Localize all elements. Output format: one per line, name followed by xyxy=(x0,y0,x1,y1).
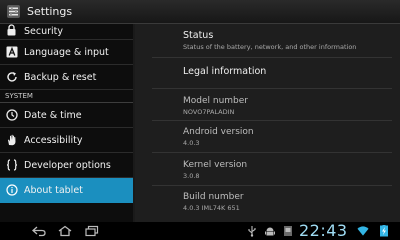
braces-icon xyxy=(5,159,18,172)
divider xyxy=(152,88,392,89)
action-bar: Settings xyxy=(0,0,400,24)
usb-icon xyxy=(246,225,258,237)
android-version-value: 4.0.3 xyxy=(183,139,200,147)
sidebar-item-label: About tablet xyxy=(24,184,83,196)
sidebar-item-label: Backup & reset xyxy=(24,71,97,83)
divider xyxy=(152,152,392,153)
clock-icon xyxy=(5,109,18,122)
sidebar-item-accessibility[interactable]: Accessibility xyxy=(0,128,133,153)
sidebar-item-label: Date & time xyxy=(24,109,82,121)
sidebar-item-language-input[interactable]: Language & input xyxy=(0,40,133,65)
sidebar-item-security[interactable]: Security xyxy=(0,24,133,40)
model-number-title: Model number xyxy=(183,96,249,106)
legal-title: Legal information xyxy=(183,66,267,77)
wifi-icon xyxy=(357,225,369,237)
sidebar-item-about-tablet[interactable]: About tablet xyxy=(0,178,133,203)
back-icon[interactable] xyxy=(31,224,47,238)
system-nav-bar: 22:43 xyxy=(0,221,400,240)
hand-icon xyxy=(5,134,18,147)
legal-information-item[interactable]: Legal information xyxy=(183,66,383,78)
build-number-value: 4.0.3 IML74K 651 xyxy=(183,204,240,212)
divider xyxy=(152,185,392,186)
sidebar-item-label: Security xyxy=(24,26,64,37)
section-header-system: SYSTEM xyxy=(0,90,133,103)
divider xyxy=(152,57,392,58)
sidebar-item-label: Accessibility xyxy=(24,134,83,146)
clock: 22:43 xyxy=(299,221,348,240)
android-debug-icon xyxy=(264,225,276,237)
android-version-title: Android version xyxy=(183,127,254,137)
settings-sidebar: Security Language & input Backup & reset… xyxy=(0,24,133,222)
kernel-version-item: Kernel version 3.0.8 xyxy=(183,159,383,181)
home-icon[interactable] xyxy=(57,224,73,238)
recent-apps-icon[interactable] xyxy=(84,224,100,238)
info-icon xyxy=(5,184,18,197)
android-version-item[interactable]: Android version 4.0.3 xyxy=(183,126,383,148)
divider xyxy=(152,120,392,121)
status-summary: Status of the battery, network, and othe… xyxy=(183,43,357,51)
settings-icon[interactable] xyxy=(6,4,21,19)
keyboard-icon xyxy=(5,46,18,59)
about-tablet-panel: Status Status of the battery, network, a… xyxy=(135,24,400,222)
status-item[interactable]: Status Status of the battery, network, a… xyxy=(183,30,383,52)
kernel-version-title: Kernel version xyxy=(183,160,248,170)
battery-icon xyxy=(377,225,391,237)
refresh-icon xyxy=(5,71,18,84)
sd-card-icon xyxy=(282,225,294,237)
build-number-item[interactable]: Build number 4.0.3 IML74K 651 xyxy=(183,191,383,213)
lock-icon xyxy=(5,24,18,36)
sidebar-item-label: Developer options xyxy=(24,159,111,171)
model-number-value: NOVO7PALADIN xyxy=(183,108,235,116)
model-number-item: Model number NOVO7PALADIN xyxy=(183,95,383,117)
app-title: Settings xyxy=(27,5,73,18)
sidebar-item-backup-reset[interactable]: Backup & reset xyxy=(0,65,133,90)
sidebar-item-date-time[interactable]: Date & time xyxy=(0,103,133,128)
status-title: Status xyxy=(183,30,214,41)
build-number-title: Build number xyxy=(183,192,244,202)
sidebar-item-developer-options[interactable]: Developer options xyxy=(0,153,133,178)
sidebar-item-label: Language & input xyxy=(24,46,109,58)
kernel-version-value: 3.0.8 xyxy=(183,172,200,180)
